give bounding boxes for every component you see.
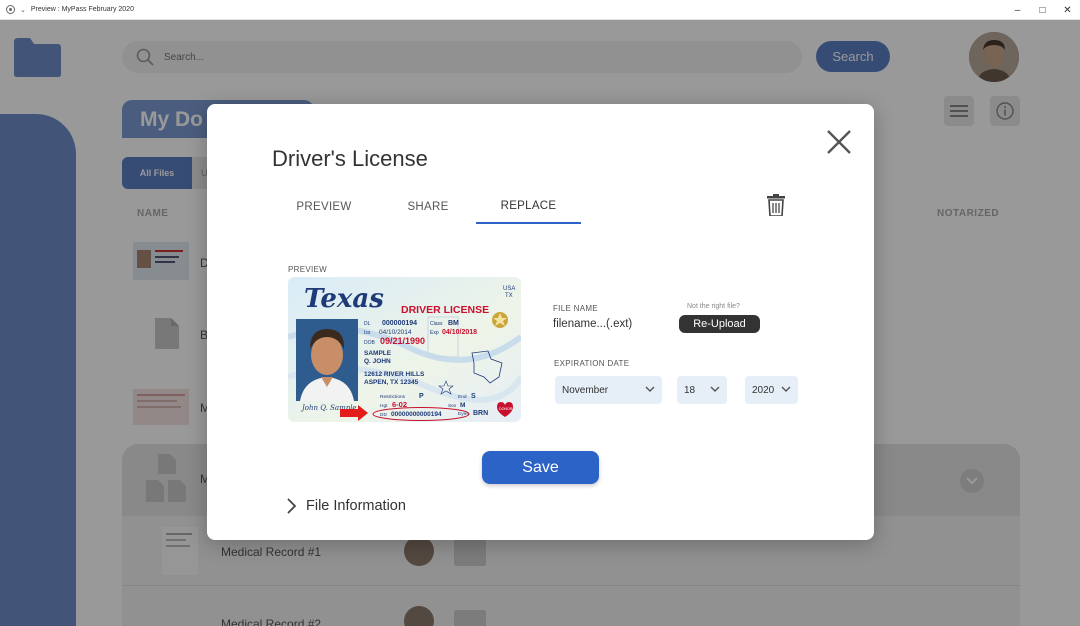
license-end-label: End: [458, 394, 467, 400]
chevron-down-icon: [645, 386, 655, 392]
maximize-icon[interactable]: □: [1030, 0, 1055, 20]
expiration-day-value: 18: [684, 384, 696, 396]
license-iss: 04/10/2014: [379, 329, 412, 336]
expiration-month-value: November: [562, 384, 609, 396]
app-icon: [6, 5, 15, 14]
expiration-day-select[interactable]: 18: [677, 376, 727, 404]
license-dob: 09/21/1990: [380, 336, 425, 346]
file-name-value: filename...(.ext): [553, 318, 633, 330]
chevron-down-icon[interactable]: ⌄: [20, 6, 26, 14]
license-exp-label: Exp: [430, 330, 439, 336]
license-class: BM: [448, 320, 459, 327]
save-button[interactable]: Save: [482, 451, 599, 484]
license-dob-label: DOB: [364, 340, 376, 346]
license-address-1: 12612 RIVER HILLS: [364, 371, 425, 378]
file-name-label: FILE NAME: [553, 304, 598, 313]
modal-title: Driver's License: [272, 146, 428, 171]
trash-icon[interactable]: [767, 194, 785, 216]
license-exp: 04/10/2018: [442, 329, 477, 336]
license-preview-image: Texas USA TX DRIVER LICENSE DL 000000194…: [288, 277, 521, 422]
license-state: Texas: [304, 284, 384, 314]
chevron-down-icon: [781, 386, 791, 392]
expiration-date-label: EXPIRATION DATE: [554, 359, 630, 368]
document-modal: Driver's License PREVIEW SHARE REPLACE P…: [207, 104, 874, 540]
license-iss-label: Iss: [364, 330, 371, 336]
license-dl-label: DL: [364, 321, 371, 327]
preview-label: PREVIEW: [288, 265, 327, 274]
tab-preview[interactable]: PREVIEW: [272, 190, 376, 224]
license-dd: 00000000000194: [391, 411, 442, 418]
license-hgt-label: Hgt: [380, 403, 388, 409]
expiration-year-select[interactable]: 2020: [745, 376, 798, 404]
file-information-label: File Information: [306, 498, 406, 514]
license-usa: USA: [503, 286, 515, 292]
license-sex: M: [460, 402, 465, 409]
file-information-toggle[interactable]: File Information: [286, 497, 406, 515]
chevron-right-icon: [287, 498, 296, 514]
tab-replace[interactable]: REPLACE: [476, 190, 581, 224]
license-address-2: ASPEN, TX 12345: [364, 379, 419, 386]
close-icon[interactable]: [825, 128, 853, 156]
minimize-icon[interactable]: –: [1005, 0, 1030, 20]
modal-tabs: PREVIEW SHARE REPLACE: [272, 190, 592, 224]
not-right-file-text: Not the right file?: [687, 303, 740, 310]
license-type: DRIVER LICENSE: [401, 304, 489, 316]
chevron-down-icon: [710, 386, 720, 392]
license-eyes: BRN: [473, 410, 488, 417]
license-restrictions: P: [419, 393, 424, 400]
license-last-name: SAMPLE: [364, 350, 392, 357]
license-class-label: Class: [430, 321, 443, 327]
close-icon[interactable]: ✕: [1055, 0, 1080, 20]
license-dl: 000000194: [382, 320, 417, 327]
expiration-year-value: 2020: [752, 384, 775, 396]
license-end: S: [471, 393, 476, 400]
license-sex-label: Sex: [448, 403, 457, 409]
window-title: Preview : MyPass February 2020: [30, 6, 134, 13]
reupload-button[interactable]: Re-Upload: [679, 315, 760, 333]
license-first-name: Q. JOHN: [364, 358, 391, 365]
license-donor: DONOR: [499, 407, 513, 411]
expiration-month-select[interactable]: November: [555, 376, 662, 404]
window-titlebar: ⌄ Preview : MyPass February 2020 – □ ✕: [0, 0, 1080, 20]
license-dd-label: DD: [380, 412, 387, 418]
license-tx: TX: [505, 293, 513, 299]
tab-share[interactable]: SHARE: [376, 190, 480, 224]
